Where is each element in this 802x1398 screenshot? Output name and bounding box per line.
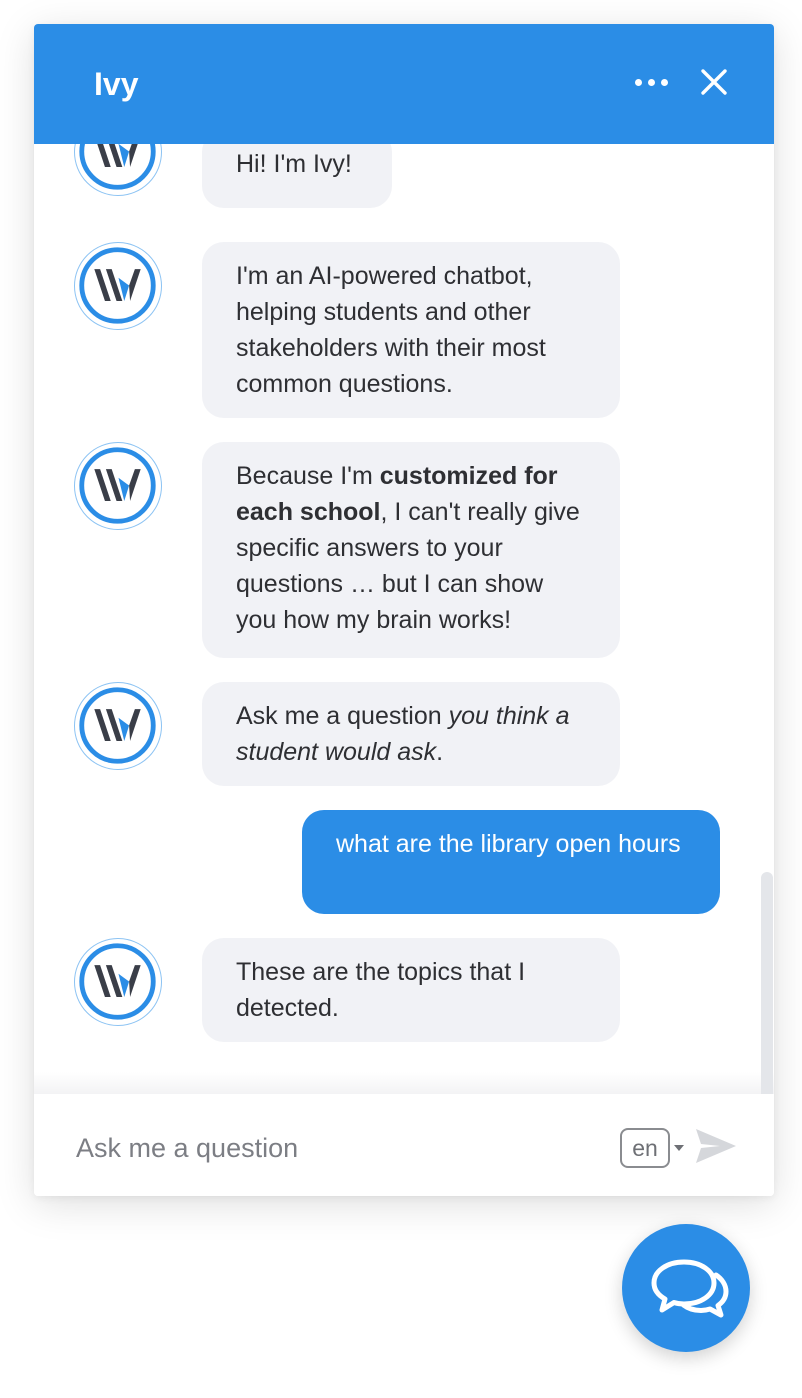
bot-avatar xyxy=(74,144,162,196)
close-button[interactable] xyxy=(694,62,734,102)
message-composer: en xyxy=(34,1098,774,1196)
send-icon xyxy=(696,1129,736,1163)
bot-message-bubble: Ask me a question you think a student wo… xyxy=(202,682,620,786)
message-input[interactable] xyxy=(74,1124,594,1172)
bot-avatar xyxy=(74,442,162,530)
chat-title: Ivy xyxy=(94,66,139,102)
language-value: en xyxy=(620,1128,670,1168)
message-text: These are the topics that I detected. xyxy=(236,958,526,1022)
close-icon xyxy=(701,69,727,95)
bot-avatar xyxy=(74,938,162,1026)
message-text: . xyxy=(436,738,444,766)
chat-widget: Ivy Hi! I'm Ivy! I'm an AI-powered chatb… xyxy=(34,24,774,1196)
language-select[interactable]: en xyxy=(620,1128,684,1168)
ivy-logo-icon xyxy=(79,247,156,324)
chat-header: Ivy xyxy=(34,24,774,144)
bot-message-bubble: I'm an AI-powered chatbot, helping stude… xyxy=(202,242,620,418)
message-list[interactable]: Hi! I'm Ivy! I'm an AI-powered chatbot, … xyxy=(34,144,774,1094)
chat-launcher-button[interactable] xyxy=(622,1224,750,1352)
message-text: I'm an AI-powered chatbot, helping stude… xyxy=(236,262,546,398)
message-text: Hi! I'm Ivy! xyxy=(236,150,352,178)
bot-avatar xyxy=(74,242,162,330)
more-options-button[interactable] xyxy=(626,62,676,102)
ivy-logo-icon xyxy=(79,943,156,1020)
send-button[interactable] xyxy=(694,1126,738,1166)
message-text: Because I'm xyxy=(236,462,380,490)
scroll-fade xyxy=(34,1072,774,1094)
chat-bubbles-icon xyxy=(651,1259,729,1318)
user-message-bubble: what are the library open hours xyxy=(302,810,720,914)
ivy-logo-icon xyxy=(79,447,156,524)
message-text: what are the library open hours xyxy=(336,830,681,858)
caret-down-icon xyxy=(674,1145,684,1151)
more-horizontal-icon xyxy=(634,78,642,86)
bot-message-bubble: Because I'm customized for each school, … xyxy=(202,442,620,658)
ivy-logo-icon xyxy=(79,687,156,764)
ivy-logo-icon xyxy=(79,144,156,190)
bot-avatar xyxy=(74,682,162,770)
bot-message-bubble: These are the topics that I detected. xyxy=(202,938,620,1042)
message-text: Ask me a question xyxy=(236,702,449,730)
bot-message-bubble: Hi! I'm Ivy! xyxy=(202,144,392,208)
scrollbar-thumb[interactable] xyxy=(761,872,773,1094)
